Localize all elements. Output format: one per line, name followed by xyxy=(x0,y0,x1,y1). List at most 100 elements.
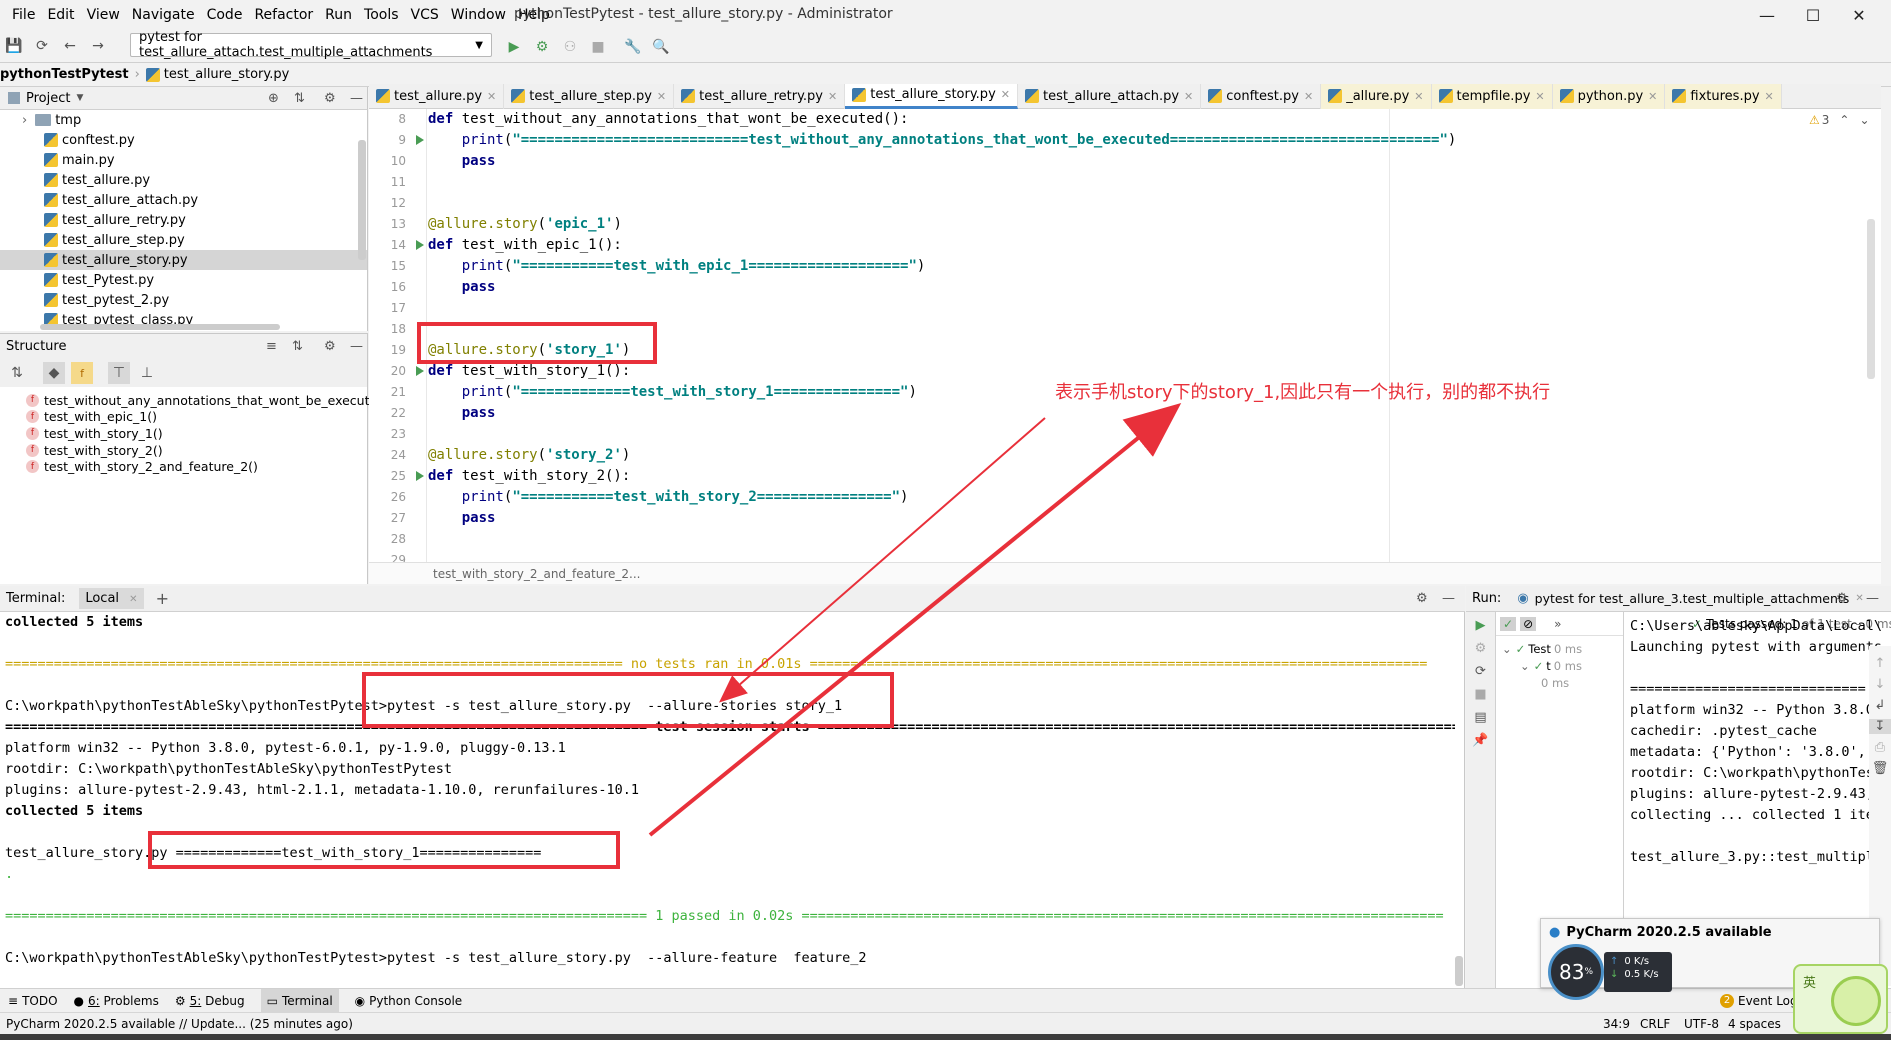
run-test-icon[interactable] xyxy=(416,135,424,145)
close-icon[interactable]: ✕ xyxy=(1184,90,1193,103)
tool-terminal[interactable]: ▭ Terminal xyxy=(260,989,339,1012)
code-line[interactable]: pass xyxy=(428,277,1828,298)
editor-tab[interactable]: _allure.py ✕ xyxy=(1321,83,1432,109)
coverage-icon[interactable]: ⚇ xyxy=(559,36,581,58)
collapse-icon[interactable]: ⇅ xyxy=(294,91,305,106)
tree-scrollbar[interactable] xyxy=(358,140,366,260)
terminal-scrollbar[interactable] xyxy=(1455,956,1463,986)
expand-icon[interactable]: ≡ xyxy=(266,339,277,354)
forward-icon[interactable]: → xyxy=(87,35,109,57)
close-icon[interactable]: ✕ xyxy=(1304,90,1313,103)
sort-alpha-icon[interactable]: ⇅ xyxy=(6,362,28,384)
trash-icon[interactable]: 🗑 xyxy=(1869,761,1891,776)
gear-icon[interactable]: ⚙ xyxy=(324,91,336,106)
back-icon[interactable]: ← xyxy=(59,35,81,57)
tree-item[interactable]: test_Pytest.py xyxy=(0,270,367,290)
code-line[interactable] xyxy=(428,172,1828,193)
show-functions-icon[interactable]: f xyxy=(71,362,93,384)
chevron-up-icon[interactable]: ⌃ xyxy=(1839,113,1849,127)
code-line[interactable]: def test_without_any_annotations_that_wo… xyxy=(428,109,1828,130)
tree-item[interactable]: test_allure_story.py xyxy=(0,250,367,270)
autoscroll-to-icon[interactable]: ⊤ xyxy=(108,362,130,384)
hide-icon[interactable]: — xyxy=(350,339,363,354)
menu-view[interactable]: View xyxy=(87,7,120,23)
editor-scrollbar[interactable] xyxy=(1867,219,1875,379)
code-line[interactable]: print("===========================test_w… xyxy=(428,130,1828,151)
hide-icon[interactable]: — xyxy=(1866,591,1879,606)
indent-setting[interactable]: 4 spaces xyxy=(1728,1017,1781,1031)
tool-python-console[interactable]: ◉ Python Console xyxy=(355,994,463,1008)
run-test-icon[interactable] xyxy=(416,240,424,250)
tree-item[interactable]: main.py xyxy=(0,150,367,170)
debug-icon[interactable]: ⚙ xyxy=(531,36,553,58)
chevron-down-icon[interactable]: ⌄ xyxy=(1502,642,1512,656)
run-test-icon[interactable] xyxy=(416,471,424,481)
scroll-end-icon[interactable]: ↧ xyxy=(1869,719,1891,734)
editor-tab[interactable]: test_allure.py ✕ xyxy=(369,83,505,109)
warnings-indicator[interactable]: ⚠ 3 ⌃ ⌄ xyxy=(1809,113,1870,127)
file-encoding[interactable]: UTF-8 xyxy=(1684,1017,1719,1031)
run-config-select[interactable]: pytest for test_allure_attach.test_multi… xyxy=(130,30,492,60)
tree-item[interactable]: test_allure.py xyxy=(0,170,367,190)
breadcrumb-file[interactable]: test_allure_story.py xyxy=(164,67,290,82)
editor-tab[interactable]: test_allure_step.py ✕ xyxy=(504,83,675,109)
close-icon[interactable]: ✕ xyxy=(1414,90,1423,103)
collapse-icon[interactable]: ⇅ xyxy=(292,339,303,354)
ime-widget[interactable]: 英 xyxy=(1793,964,1888,1034)
code-line[interactable]: def test_with_story_2(): xyxy=(428,466,1828,487)
add-tab-icon[interactable]: + xyxy=(156,589,169,608)
wrench-icon[interactable]: 🔧 xyxy=(622,36,644,58)
code-line[interactable]: print("===========test_with_story_2=====… xyxy=(428,487,1828,508)
close-icon[interactable]: ✕ xyxy=(487,90,496,103)
menu-edit[interactable]: Edit xyxy=(47,7,74,23)
run-test-icon[interactable] xyxy=(416,366,424,376)
editor-tab[interactable]: test_allure_story.py ✕ xyxy=(845,83,1018,109)
editor-tab[interactable]: python.py ✕ xyxy=(1552,83,1666,109)
structure-item[interactable]: f test_with_story_2_and_feature_2() xyxy=(26,458,367,475)
menu-vcs[interactable]: VCS xyxy=(411,7,439,23)
close-icon[interactable]: ✕ xyxy=(657,90,666,103)
status-message[interactable]: PyCharm 2020.2.5 available // Update... … xyxy=(6,1017,353,1031)
rerun-icon[interactable]: ▶ xyxy=(1466,618,1495,633)
code-line[interactable]: print("===========test_with_epic_1======… xyxy=(428,256,1828,277)
project-panel-title[interactable]: Project xyxy=(26,91,70,106)
editor-tab[interactable]: conftest.py ✕ xyxy=(1201,83,1322,109)
stop-icon[interactable]: ■ xyxy=(1466,687,1495,702)
chevron-down-icon[interactable]: ⌄ xyxy=(1859,113,1869,127)
structure-item[interactable]: f test_with_story_2() xyxy=(26,442,367,459)
tree-hscroll[interactable] xyxy=(40,324,280,330)
menu-tools[interactable]: Tools xyxy=(364,7,399,23)
sync-icon[interactable]: ⟳ xyxy=(31,35,53,57)
scroll-up-icon[interactable]: ↑ xyxy=(1869,656,1891,671)
debug-rerun-icon[interactable]: ⚙ xyxy=(1466,641,1495,656)
tree-item[interactable]: test_allure_attach.py xyxy=(0,190,367,210)
code-line[interactable] xyxy=(428,193,1828,214)
tree-item[interactable]: test_allure_step.py xyxy=(0,230,367,250)
code-line[interactable] xyxy=(428,298,1828,319)
hide-icon[interactable]: — xyxy=(1442,591,1455,606)
save-icon[interactable]: 💾 xyxy=(3,35,25,57)
chevron-down-icon[interactable]: ⌄ xyxy=(1520,659,1530,673)
show-fields-icon[interactable]: ◆ xyxy=(43,362,65,384)
editor-tab[interactable]: test_allure_retry.py ✕ xyxy=(674,83,846,109)
tree-item[interactable]: test_pytest_2.py xyxy=(0,290,367,310)
tool-problems[interactable]: ● 6: Problems xyxy=(74,994,159,1008)
tree-item[interactable]: conftest.py xyxy=(0,130,367,150)
autoscroll-from-icon[interactable]: ⊥ xyxy=(136,362,158,384)
structure-item[interactable]: f test_with_story_1() xyxy=(26,425,367,442)
scroll-down-icon[interactable]: ↓ xyxy=(1869,677,1891,692)
rerun-failed-icon[interactable]: ⟳ xyxy=(1466,664,1495,679)
breadcrumb-project[interactable]: pythonTestPytest xyxy=(0,67,129,82)
editor-tab[interactable]: test_allure_attach.py ✕ xyxy=(1018,83,1202,109)
pin-icon[interactable]: 📌 xyxy=(1466,733,1495,748)
passed-filter-icon[interactable]: ✓ xyxy=(1500,616,1517,631)
close-icon[interactable]: ✕ xyxy=(1765,90,1774,103)
line-separator[interactable]: CRLF xyxy=(1640,1017,1670,1031)
tree-item[interactable]: › tmp xyxy=(0,110,367,130)
terminal-output[interactable]: collected 5 items =======================… xyxy=(0,612,1455,988)
code-line[interactable]: @allure.story('story_2') xyxy=(428,445,1828,466)
gear-icon[interactable]: ⚙ xyxy=(1836,591,1848,606)
tool-debug[interactable]: ⚙ 5: Debug xyxy=(175,994,245,1008)
code-line[interactable] xyxy=(428,550,1828,562)
run-icon[interactable]: ▶ xyxy=(503,36,525,58)
